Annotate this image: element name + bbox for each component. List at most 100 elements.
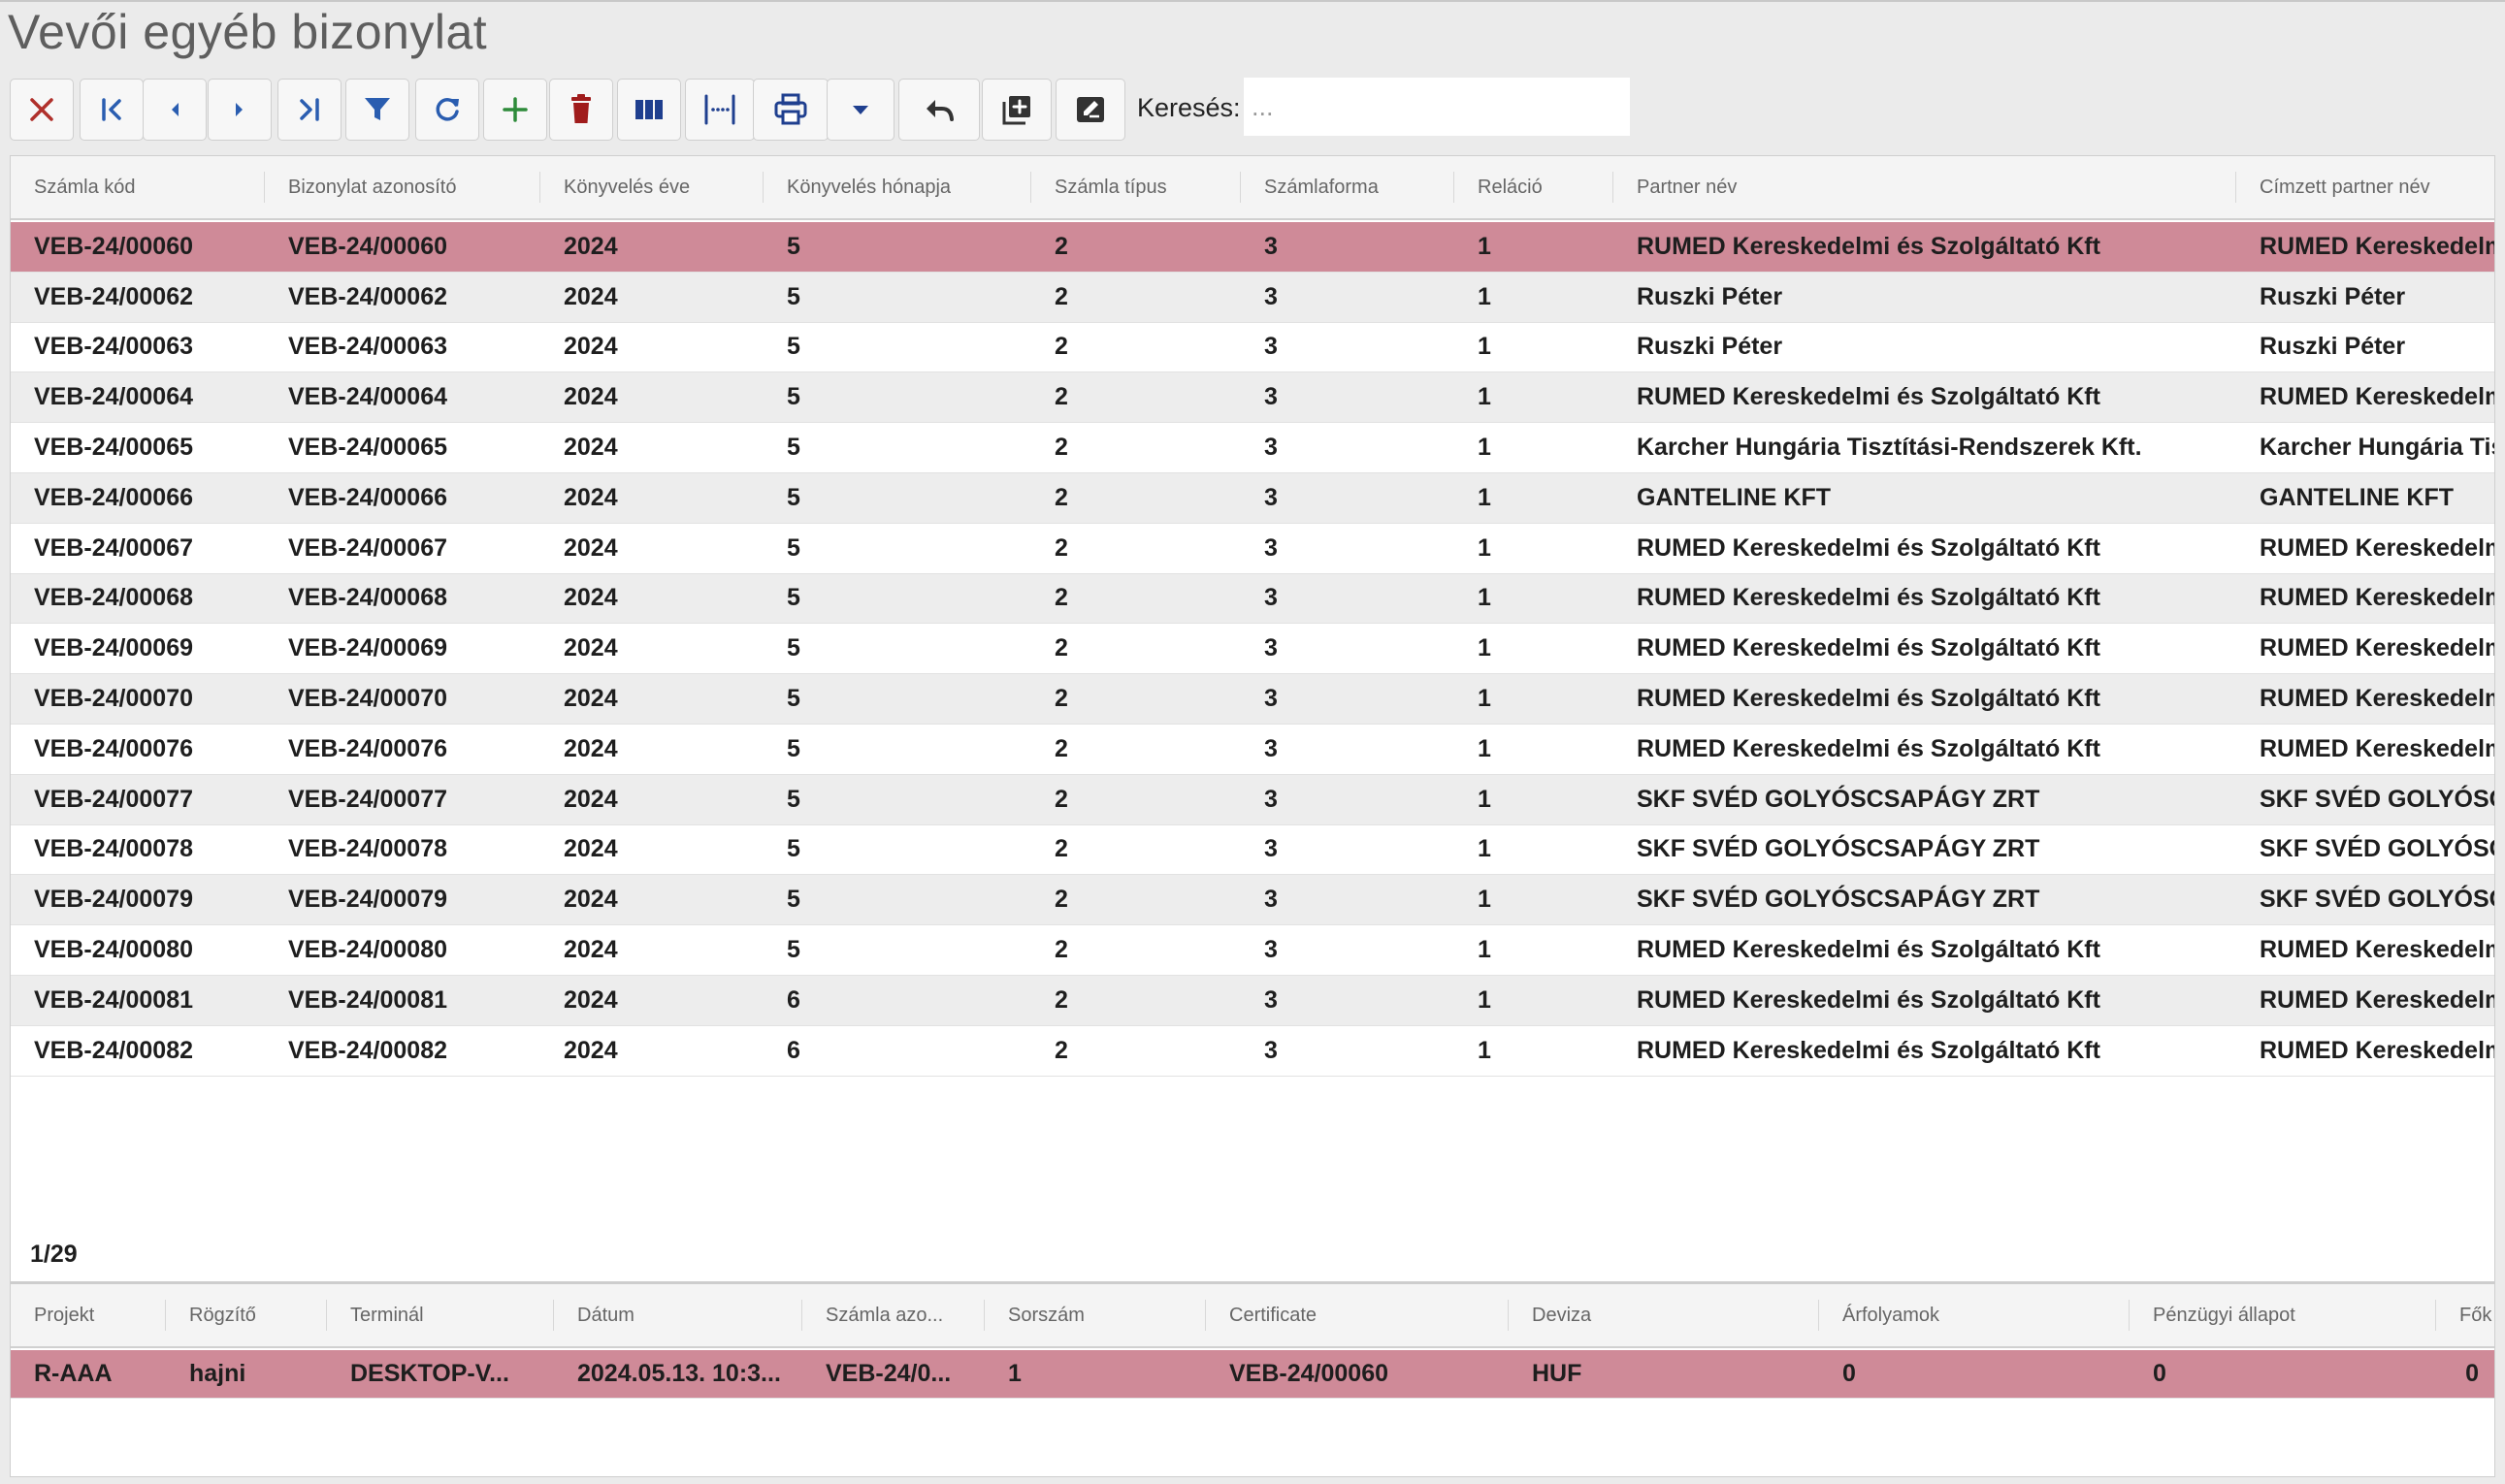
column-header[interactable]: Sorszám: [985, 1284, 1206, 1346]
table-cell: 5: [787, 685, 800, 713]
print-button[interactable]: [753, 79, 829, 141]
table-row[interactable]: R-AAA hajni DESKTOP-V... 2024.05.13. 10:3..…: [11, 1350, 2494, 1399]
undo-button[interactable]: [898, 79, 980, 141]
table-row[interactable]: VEB-24/00076 VEB-24/00076 2024 5 2 3 1 RUMED Ke…: [11, 725, 2494, 775]
table-cell: VEB-24/00078: [288, 835, 448, 863]
table-cell: 6: [787, 1036, 800, 1064]
column-header[interactable]: Bizonylat azonosító: [265, 156, 540, 218]
column-header[interactable]: Könyvelés hónapja: [764, 156, 1031, 218]
column-header[interactable]: Reláció: [1454, 156, 1613, 218]
table-cell: 5: [787, 734, 800, 762]
table-row[interactable]: VEB-24/00060 VEB-24/00060 2024 5 2 3 1 RUMED Ke…: [11, 222, 2494, 273]
table-row[interactable]: VEB-24/00070 VEB-24/00070 2024 5 2 3 1 RUMED Ke…: [11, 674, 2494, 725]
table-row[interactable]: VEB-24/00068 VEB-24/00068 2024 5 2 3 1 RUMED Ke…: [11, 573, 2494, 625]
table-row[interactable]: VEB-24/00065 VEB-24/00065 2024 5 2 3 1 Karcher …: [11, 423, 2494, 473]
column-header[interactable]: Fők: [2436, 1284, 2494, 1346]
column-header[interactable]: Árfolyamok: [1819, 1284, 2130, 1346]
table-cell: 2024: [564, 886, 618, 914]
add-button[interactable]: [483, 79, 547, 141]
columns-button[interactable]: [617, 79, 681, 141]
column-header-label: Sorszám: [1008, 1304, 1085, 1326]
table-cell: 3: [1264, 232, 1278, 260]
table-cell: 2024: [564, 282, 618, 310]
table-row[interactable]: VEB-24/00078 VEB-24/00078 2024 5 2 3 1 SKF SVÉD…: [11, 824, 2494, 876]
column-header[interactable]: Terminál: [327, 1284, 554, 1346]
column-header-label: Számla típus: [1055, 176, 1167, 198]
table-cell: VEB-24/00062: [288, 282, 448, 310]
table-row[interactable]: VEB-24/00069 VEB-24/00069 2024 5 2 3 1 RUMED Ke…: [11, 624, 2494, 675]
table-cell: RUMED Kereskedelm: [2260, 533, 2495, 562]
table-cell: 1: [1478, 383, 1491, 411]
table-cell: VEB-24/00068: [288, 584, 448, 612]
search-label: Keresés:: [1137, 93, 1241, 122]
table-cell: RUMED Kereskedelm: [2260, 685, 2495, 713]
table-cell: 2: [1055, 634, 1068, 662]
table-cell: VEB-24/00067: [34, 533, 194, 562]
table-cell: 2024: [564, 1036, 618, 1064]
table-row[interactable]: VEB-24/00066 VEB-24/00066 2024 5 2 3 1 GANTELIN…: [11, 473, 2494, 524]
table-cell: 2024: [564, 434, 618, 462]
window-top-border: [0, 0, 2505, 2]
table-cell: 2024: [564, 333, 618, 361]
copy-button[interactable]: [982, 79, 1052, 141]
column-header[interactable]: Pénzügyi állapot: [2130, 1284, 2436, 1346]
table-cell: 2024: [564, 232, 618, 260]
last-record-button[interactable]: [277, 79, 342, 141]
table-cell: VEB-24/00079: [288, 886, 448, 914]
table-cell: VEB-24/00069: [34, 634, 194, 662]
table-cell: 5: [787, 886, 800, 914]
refresh-button[interactable]: [415, 79, 479, 141]
table-row[interactable]: VEB-24/00079 VEB-24/00079 2024 5 2 3 1 SKF SVÉD…: [11, 875, 2494, 926]
search-input[interactable]: [1244, 78, 1630, 136]
table-cell: 5: [787, 584, 800, 612]
prev-icon: [153, 88, 196, 131]
next-record-button[interactable]: [208, 79, 272, 141]
delete-button[interactable]: [549, 79, 613, 141]
column-header[interactable]: Számlaforma: [1241, 156, 1454, 218]
table-cell: VEB-24/00079: [34, 886, 194, 914]
table-row[interactable]: VEB-24/00082 VEB-24/00082 2024 6 2 3 1 RUMED Ke…: [11, 1025, 2494, 1077]
table-cell: VEB-24/00076: [288, 734, 448, 762]
table-cell: RUMED Kereskedelm: [2260, 936, 2495, 964]
close-button[interactable]: [10, 79, 74, 141]
column-header[interactable]: Rögzítő: [166, 1284, 327, 1346]
column-header[interactable]: Számla kód: [11, 156, 265, 218]
table-row[interactable]: VEB-24/00080 VEB-24/00080 2024 5 2 3 1 RUMED Ke…: [11, 925, 2494, 976]
table-row[interactable]: VEB-24/00077 VEB-24/00077 2024 5 2 3 1 SKF SVÉD…: [11, 774, 2494, 825]
table-cell: 1: [1478, 985, 1491, 1014]
table-cell: 2: [1055, 483, 1068, 511]
table-cell: 2024: [564, 584, 618, 612]
table-row[interactable]: VEB-24/00067 VEB-24/00067 2024 5 2 3 1 RUMED Ke…: [11, 523, 2495, 574]
table-row[interactable]: VEB-24/00081 VEB-24/00081 2024 6 2 3 1 RUMED Ke…: [11, 976, 2494, 1026]
table-cell: 1: [1478, 685, 1491, 713]
table-row[interactable]: VEB-24/00064 VEB-24/00064 2024 5 2 3 1 RUMED Ke…: [11, 372, 2494, 424]
column-header[interactable]: Projekt: [11, 1284, 166, 1346]
column-header[interactable]: Dátum: [554, 1284, 802, 1346]
column-header[interactable]: Számla típus: [1031, 156, 1241, 218]
column-header[interactable]: Könyvelés éve: [540, 156, 764, 218]
column-header[interactable]: Certificate: [1206, 1284, 1509, 1346]
column-header[interactable]: Címzett partner név: [2236, 156, 2494, 218]
edit-note-button[interactable]: [1056, 79, 1125, 141]
column-header-label: Árfolyamok: [1842, 1304, 1940, 1326]
column-header[interactable]: Deviza: [1509, 1284, 1819, 1346]
table-cell: 2: [1055, 936, 1068, 964]
column-header[interactable]: Partner név: [1613, 156, 2236, 218]
prev-record-button[interactable]: [143, 79, 207, 141]
table-cell: VEB-24/00064: [288, 383, 448, 411]
table-cell: 2024: [564, 785, 618, 813]
print-dropdown-button[interactable]: [827, 79, 895, 141]
table-cell: RUMED Kereskedelmi és Szolgáltató Kft: [1637, 685, 2100, 713]
table-cell: 3: [1264, 785, 1278, 813]
table-cell: VEB-24/00077: [34, 785, 194, 813]
column-width-button[interactable]: [685, 79, 755, 141]
table-cell: VEB-24/00062: [34, 282, 194, 310]
table-cell: 0: [2153, 1360, 2166, 1387]
first-record-button[interactable]: [80, 79, 144, 141]
table-cell: 2024: [564, 483, 618, 511]
table-row[interactable]: VEB-24/00063 VEB-24/00063 2024 5 2 3 1 Ruszki P…: [11, 322, 2494, 373]
table-row[interactable]: VEB-24/00062 VEB-24/00062 2024 5 2 3 1 Ruszki P…: [11, 272, 2494, 323]
table-cell: 2024.05.13. 10:3...: [577, 1360, 781, 1387]
column-header[interactable]: Számla azo...: [802, 1284, 985, 1346]
filter-button[interactable]: [345, 79, 409, 141]
